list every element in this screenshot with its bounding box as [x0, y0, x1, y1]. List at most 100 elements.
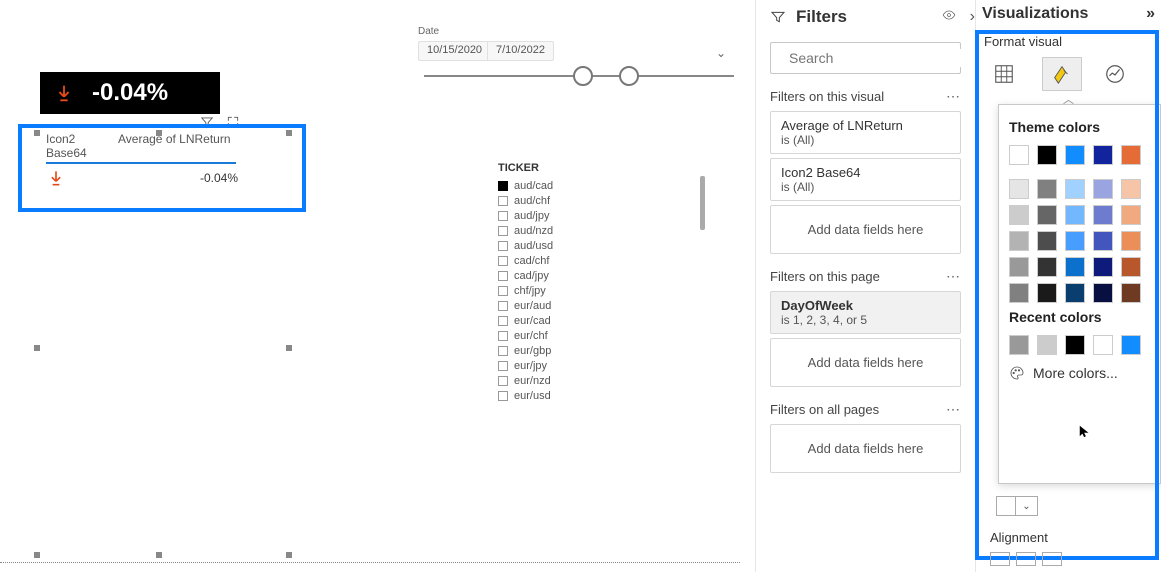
- resize-handle[interactable]: [286, 345, 292, 351]
- date-start-input[interactable]: 10/15/2020: [418, 41, 491, 61]
- color-swatch[interactable]: [1093, 231, 1113, 251]
- recent-color-swatch[interactable]: [1121, 335, 1141, 355]
- resize-handle[interactable]: [34, 345, 40, 351]
- ticker-legend-item[interactable]: aud/chf: [498, 193, 553, 208]
- color-swatch[interactable]: [1121, 145, 1141, 165]
- drop-zone-all[interactable]: Add data fields here: [770, 424, 961, 473]
- resize-handle[interactable]: [156, 130, 162, 136]
- legend-label: aud/cad: [514, 180, 553, 192]
- color-swatch[interactable]: [1009, 145, 1029, 165]
- ticker-legend-item[interactable]: eur/aud: [498, 298, 553, 313]
- ticker-legend-item[interactable]: aud/nzd: [498, 223, 553, 238]
- table-row-icon: [46, 168, 118, 188]
- color-swatch[interactable]: [1009, 205, 1029, 225]
- date-end-input[interactable]: 7/10/2022: [487, 41, 554, 61]
- align-center-button[interactable]: [1016, 552, 1036, 566]
- color-swatch[interactable]: [1009, 257, 1029, 277]
- resize-handle[interactable]: [286, 552, 292, 558]
- recent-color-swatch[interactable]: [1093, 335, 1113, 355]
- color-swatch[interactable]: [1009, 283, 1029, 303]
- kpi-card[interactable]: -0.04%: [40, 72, 220, 114]
- color-swatch[interactable]: [1037, 283, 1057, 303]
- filters-search[interactable]: [770, 42, 961, 74]
- legend-swatch: [498, 196, 508, 206]
- color-swatch[interactable]: [1009, 231, 1029, 251]
- table-col1-header[interactable]: Icon2 Base64: [46, 132, 118, 160]
- drop-zone-page[interactable]: Add data fields here: [770, 338, 961, 387]
- more-colors-button[interactable]: More colors...: [1009, 365, 1150, 381]
- eye-icon[interactable]: [942, 8, 956, 26]
- color-swatch[interactable]: [1009, 179, 1029, 199]
- more-icon[interactable]: ⋯: [946, 401, 961, 418]
- legend-label: eur/nzd: [514, 375, 551, 387]
- color-swatch[interactable]: [1065, 145, 1085, 165]
- color-swatch[interactable]: [1037, 257, 1057, 277]
- color-swatch[interactable]: [1037, 179, 1057, 199]
- filter-card-icon2[interactable]: Icon2 Base64 is (All): [770, 158, 961, 201]
- color-swatch[interactable]: [1121, 257, 1141, 277]
- color-swatch[interactable]: [1065, 205, 1085, 225]
- ticker-legend-item[interactable]: eur/jpy: [498, 358, 553, 373]
- color-swatch[interactable]: [1065, 283, 1085, 303]
- collapse-pane-icon[interactable]: »: [1146, 5, 1155, 23]
- color-swatch[interactable]: [1037, 205, 1057, 225]
- ticker-legend-item[interactable]: eur/nzd: [498, 373, 553, 388]
- color-swatch[interactable]: [1121, 283, 1141, 303]
- date-slider-handle-end[interactable]: [619, 66, 639, 86]
- ticker-legend-item[interactable]: aud/cad: [498, 178, 553, 193]
- color-swatch[interactable]: [1121, 179, 1141, 199]
- ticker-legend-item[interactable]: eur/gbp: [498, 343, 553, 358]
- legend-label: eur/chf: [514, 330, 548, 342]
- ticker-legend-item[interactable]: aud/usd: [498, 238, 553, 253]
- resize-handle[interactable]: [156, 552, 162, 558]
- color-swatch[interactable]: [1121, 205, 1141, 225]
- ticker-scrollbar[interactable]: [700, 176, 705, 230]
- more-icon[interactable]: ⋯: [946, 88, 961, 105]
- ticker-legend-item[interactable]: cad/chf: [498, 253, 553, 268]
- table-visual-highlighted[interactable]: Icon2 Base64 Average of LNReturn -0.04%: [18, 124, 306, 212]
- resize-handle[interactable]: [34, 552, 40, 558]
- ticker-legend-item[interactable]: cad/jpy: [498, 268, 553, 283]
- color-swatch[interactable]: [1037, 145, 1057, 165]
- table-row[interactable]: -0.04%: [22, 164, 302, 188]
- color-swatch[interactable]: [1093, 283, 1113, 303]
- ticker-legend-item[interactable]: eur/usd: [498, 388, 553, 403]
- recent-color-swatch[interactable]: [1009, 335, 1029, 355]
- legend-label: eur/usd: [514, 390, 551, 402]
- color-swatch[interactable]: [1093, 205, 1113, 225]
- align-right-button[interactable]: [1042, 552, 1062, 566]
- recent-color-swatch[interactable]: [1065, 335, 1085, 355]
- build-visual-tab[interactable]: [984, 57, 1024, 91]
- date-slicer-dropdown-icon[interactable]: ⌄: [716, 46, 726, 60]
- color-swatch[interactable]: [1121, 231, 1141, 251]
- color-swatch[interactable]: [1093, 145, 1113, 165]
- color-swatch[interactable]: [1065, 231, 1085, 251]
- format-visual-tab[interactable]: [1042, 57, 1082, 91]
- color-swatch[interactable]: [1037, 231, 1057, 251]
- align-left-button[interactable]: [990, 552, 1010, 566]
- search-input[interactable]: [787, 49, 972, 67]
- ticker-legend-item[interactable]: eur/cad: [498, 313, 553, 328]
- ticker-legend-item[interactable]: chf/jpy: [498, 283, 553, 298]
- ticker-legend-item[interactable]: aud/jpy: [498, 208, 553, 223]
- color-dropdown[interactable]: ⌄: [996, 496, 1038, 516]
- recent-color-swatch[interactable]: [1037, 335, 1057, 355]
- color-swatch[interactable]: [1065, 257, 1085, 277]
- resize-handle[interactable]: [34, 130, 40, 136]
- resize-handle[interactable]: [286, 130, 292, 136]
- filter-card-avg-lnreturn[interactable]: Average of LNReturn is (All): [770, 111, 961, 154]
- legend-swatch: [498, 226, 508, 236]
- color-swatch[interactable]: [1093, 179, 1113, 199]
- color-swatch[interactable]: [1093, 257, 1113, 277]
- date-slider-handle-start[interactable]: [573, 66, 593, 86]
- more-icon[interactable]: ⋯: [946, 268, 961, 285]
- report-canvas[interactable]: Date 10/15/2020 7/10/2022 ⌄ -0.04% ⋯ Ico…: [0, 0, 755, 572]
- filter-card-dayofweek[interactable]: DayOfWeek is 1, 2, 3, 4, or 5: [770, 291, 961, 334]
- analytics-tab[interactable]: [1100, 57, 1130, 91]
- chevron-down-icon[interactable]: ⌄: [1016, 496, 1038, 516]
- drop-zone-visual[interactable]: Add data fields here: [770, 205, 961, 254]
- table-col2-header[interactable]: Average of LNReturn: [118, 132, 231, 160]
- ticker-legend[interactable]: aud/cadaud/chfaud/jpyaud/nzdaud/usdcad/c…: [498, 178, 553, 403]
- color-swatch[interactable]: [1065, 179, 1085, 199]
- ticker-legend-item[interactable]: eur/chf: [498, 328, 553, 343]
